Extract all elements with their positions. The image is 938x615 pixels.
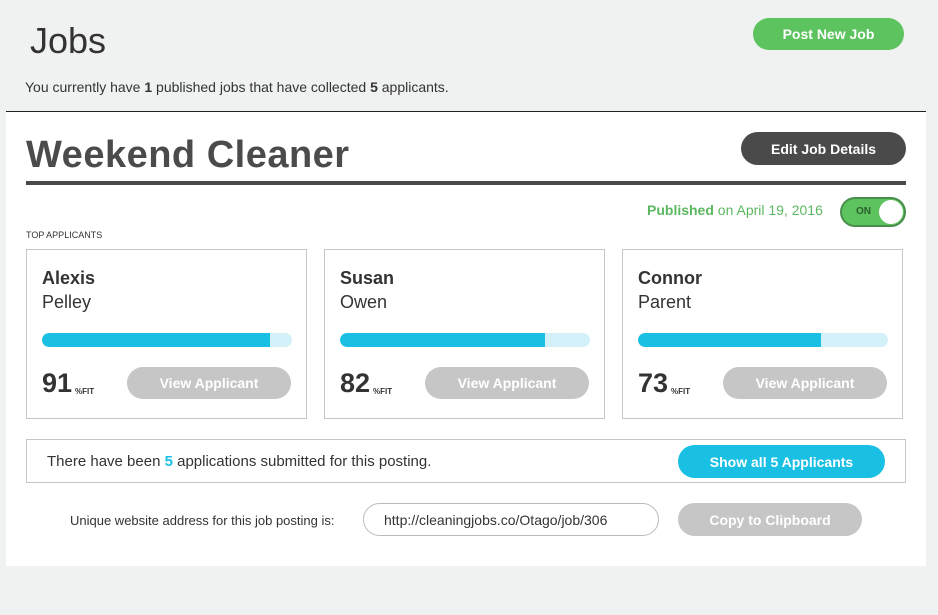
fit-label: %FIT <box>373 387 393 396</box>
publish-toggle[interactable]: ON <box>840 197 906 227</box>
applicant-card: Susan Owen 82 %FIT View Applicant <box>324 249 605 419</box>
applicant-card: Connor Parent 73 %FIT View Applicant <box>622 249 903 419</box>
applicant-last-name: Pelley <box>42 292 92 312</box>
title-divider <box>26 181 906 185</box>
applicant-first-name: Connor <box>638 268 702 288</box>
fit-progress-bar <box>638 333 888 347</box>
fit-score: 73 <box>638 368 669 398</box>
applicant-last-name: Owen <box>340 292 388 312</box>
applicant-last-name: Parent <box>638 292 692 312</box>
fit-progress-bar <box>42 333 292 347</box>
view-applicant-button[interactable]: View Applicant <box>723 367 887 399</box>
published-word: Published <box>647 202 714 218</box>
applications-message: There have been 5 applications submitted… <box>47 453 431 470</box>
summary-suffix: applicants. <box>377 79 449 95</box>
page-title: Jobs <box>30 20 107 61</box>
view-applicant-button[interactable]: View Applicant <box>127 367 291 399</box>
applications-summary-box: There have been 5 applications submitted… <box>26 439 906 483</box>
applications-count: 5 <box>164 453 173 470</box>
fit-label: %FIT <box>75 387 95 396</box>
summary-middle: published jobs that have collected <box>152 79 371 95</box>
applicant-first-name: Alexis <box>42 268 96 288</box>
fit-progress-fill <box>638 333 821 347</box>
toggle-knob <box>879 200 903 224</box>
fit-score: 82 <box>340 368 371 398</box>
fit-progress-fill <box>42 333 270 347</box>
summary-prefix: You currently have <box>25 79 145 95</box>
applications-suffix: applications submitted for this posting. <box>172 453 432 470</box>
edit-job-details-button[interactable]: Edit Job Details <box>741 132 906 165</box>
applicant-count: 5 <box>370 79 378 95</box>
published-count: 1 <box>144 79 153 95</box>
fit-progress-fill <box>340 333 545 347</box>
fit-score: 91 <box>42 368 73 398</box>
job-title: Weekend Cleaner <box>26 134 350 176</box>
published-status: Published on April 19, 2016 <box>647 202 823 218</box>
fit-label: %FIT <box>671 387 691 396</box>
copy-to-clipboard-button[interactable]: Copy to Clipboard <box>678 503 862 536</box>
applications-prefix: There have been <box>47 453 165 470</box>
jobs-summary: You currently have 1 published jobs that… <box>25 79 449 95</box>
view-applicant-button[interactable]: View Applicant <box>425 367 589 399</box>
published-date: on April 19, 2016 <box>713 202 823 218</box>
applicant-card: Alexis Pelley 91 %FIT View Applicant <box>26 249 307 419</box>
job-url-field[interactable] <box>363 503 659 536</box>
post-new-job-button[interactable]: Post New Job <box>753 18 904 50</box>
fit-progress-bar <box>340 333 590 347</box>
job-card: Weekend Cleaner Edit Job Details Publish… <box>6 112 926 566</box>
page-header: Jobs Post New Job You currently have 1 p… <box>0 0 938 111</box>
applicant-first-name: Susan <box>340 268 395 288</box>
top-applicants-label: TOP APPLICANTS <box>26 230 103 240</box>
toggle-on-label: ON <box>856 206 871 217</box>
job-url-label: Unique website address for this job post… <box>70 513 335 528</box>
show-all-applicants-button[interactable]: Show all 5 Applicants <box>678 445 885 478</box>
